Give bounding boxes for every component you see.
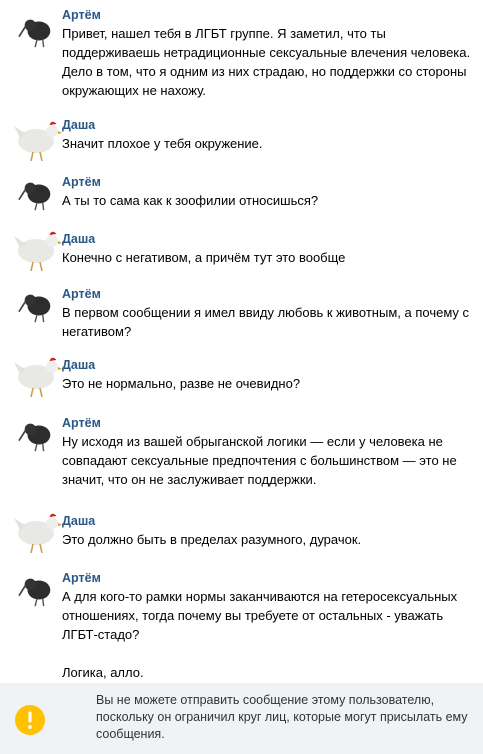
message-text: Привет, нашел тебя в ЛГБТ группе. Я заме… [62,26,471,98]
message-author[interactable]: Даша [62,118,475,133]
message-history: Артём Привет, нашел тебя в ЛГБТ группе. … [0,0,483,683]
hen-icon[interactable] [12,116,62,162]
kiwi-bird-icon[interactable] [18,571,56,609]
message-author[interactable]: Даша [62,232,475,247]
message-author[interactable]: Артём [62,571,475,586]
hen-icon[interactable] [12,352,62,398]
message-text: А для кого-то рамки нормы заканчиваются … [62,589,458,680]
kiwi-bird-icon[interactable] [18,12,56,50]
message-text: Ну исходя из вашей обрыганской логики — … [62,434,457,487]
warning-icon [15,705,45,735]
message-author[interactable]: Артём [62,175,475,190]
message-text: Конечно с негативом, а причём тут это во… [62,250,346,265]
message-text: В первом сообщении я имел ввиду любовь к… [62,305,470,339]
message-author[interactable]: Даша [62,514,475,529]
write-restriction-notice: Вы не можете отправить сообщение этому п… [0,683,483,754]
hen-icon[interactable] [12,508,62,554]
message-text: Это должно быть в пределах разумного, ду… [62,532,362,547]
kiwi-bird-icon[interactable] [18,287,56,325]
message-text: Это не нормально, разве не очевидно? [62,376,301,391]
message-author[interactable]: Артём [62,8,475,23]
message-text: А ты то сама как к зоофилии относишься? [62,193,319,208]
message-author[interactable]: Артём [62,416,475,431]
message-text: Значит плохое у тебя окружение. [62,136,263,151]
hen-icon[interactable] [12,226,62,272]
message-author[interactable]: Даша [62,358,475,373]
kiwi-bird-icon[interactable] [18,416,56,454]
kiwi-bird-icon[interactable] [18,175,56,213]
restriction-text: Вы не можете отправить сообщение этому п… [96,693,468,741]
message-author[interactable]: Артём [62,287,475,302]
